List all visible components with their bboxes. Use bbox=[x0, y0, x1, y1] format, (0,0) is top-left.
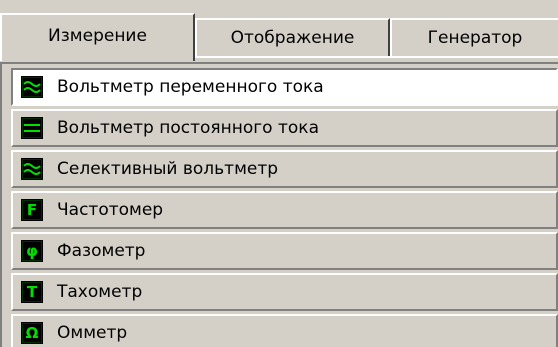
instrument-list[interactable]: Вольтметр переменного тока Вольтметр пос… bbox=[0, 62, 558, 347]
list-item-label: Селективный вольтметр bbox=[57, 159, 279, 179]
tab-display[interactable]: Отображение bbox=[195, 18, 390, 56]
list-item-label: Тахометр bbox=[57, 282, 143, 302]
list-item-phase-meter[interactable]: φ Фазометр bbox=[11, 232, 558, 270]
list-item-tachometer[interactable]: T Тахометр bbox=[11, 273, 558, 311]
letter-t-icon: T bbox=[21, 281, 43, 303]
phi-icon: φ bbox=[21, 240, 43, 262]
list-item-dc-voltmeter[interactable]: Вольтметр постоянного тока bbox=[11, 109, 558, 147]
letter-f-icon: F bbox=[21, 199, 43, 221]
list-item-selective-voltmeter[interactable]: Селективный вольтметр bbox=[11, 150, 558, 188]
list-item-label: Омметр bbox=[57, 323, 128, 343]
dc-lines-icon bbox=[21, 117, 43, 139]
selective-wave-icon bbox=[21, 158, 43, 180]
tab-label: Отображение bbox=[230, 28, 355, 48]
list-item-ac-voltmeter[interactable]: Вольтметр переменного тока bbox=[11, 68, 558, 106]
instrument-list-inner: Вольтметр переменного тока Вольтметр пос… bbox=[11, 68, 558, 347]
list-item-ohmmeter[interactable]: Ω Омметр bbox=[11, 314, 558, 347]
tab-generator[interactable]: Генератор bbox=[390, 18, 558, 56]
tab-measurement[interactable]: Измерение bbox=[0, 13, 195, 61]
list-item-label: Частотомер bbox=[57, 200, 164, 220]
tab-label: Генератор bbox=[427, 28, 523, 48]
list-item-label: Фазометр bbox=[57, 241, 146, 261]
list-item-label: Вольтметр постоянного тока bbox=[57, 118, 319, 138]
tab-label: Измерение bbox=[48, 26, 147, 46]
list-item-label: Вольтметр переменного тока bbox=[57, 77, 324, 97]
tab-bar: Измерение Отображение Генератор bbox=[0, 0, 558, 62]
omega-icon: Ω bbox=[21, 322, 43, 344]
list-item-frequency-meter[interactable]: F Частотомер bbox=[11, 191, 558, 229]
ac-wave-icon bbox=[21, 76, 43, 98]
